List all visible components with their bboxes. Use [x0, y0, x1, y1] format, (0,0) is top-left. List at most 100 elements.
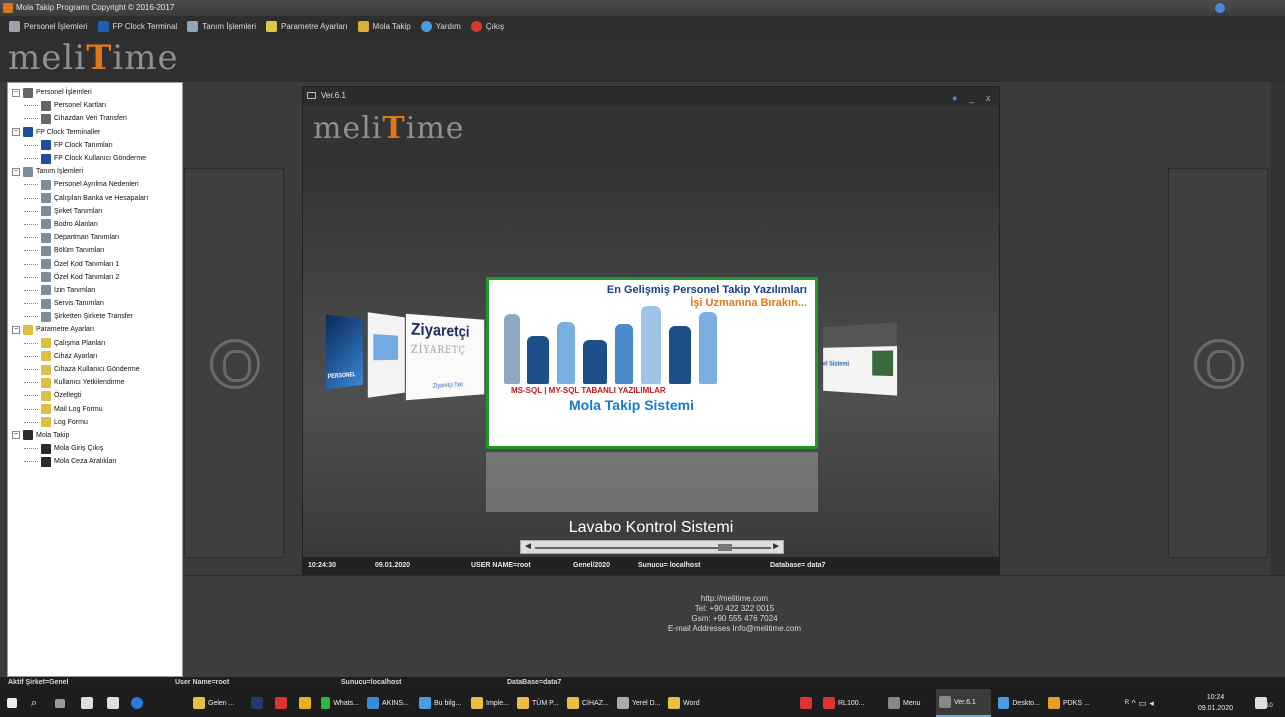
people-graphic — [373, 334, 399, 361]
tree-connector — [24, 408, 38, 410]
menu-item-definitions[interactable]: Tanım İşlemleri — [182, 17, 261, 35]
carousel-card-side[interactable] — [367, 312, 405, 398]
scroll-right-arrow[interactable]: ► — [771, 541, 781, 553]
tree-node[interactable]: Cihazdan Veri Transferi — [8, 112, 182, 125]
folder-mail-icon — [193, 697, 205, 709]
taskbar-item[interactable]: Word — [665, 689, 707, 717]
taskbar-item[interactable] — [248, 689, 266, 717]
collapse-icon[interactable]: − — [12, 128, 20, 137]
tree-node[interactable]: Çalışma Planları — [8, 337, 182, 350]
search-button[interactable]: ⌕ — [28, 689, 40, 717]
tree-node[interactable]: Özellegti — [8, 389, 182, 402]
tree-node[interactable]: Servis Tanımları — [8, 297, 182, 310]
tree-node-label: Personel Kartları — [54, 102, 107, 110]
taskbar-item[interactable]: CİHAZ... — [564, 689, 612, 717]
version-dialog: Ver.6.1 ● _ x meliTime PERSONEL Ziyaretç… — [302, 86, 1000, 575]
tree-node[interactable]: Departman Tanımları — [8, 231, 182, 244]
people-icon — [41, 456, 51, 467]
tray-icons[interactable]: ᴿ ^ ▭ ◂ — [1122, 689, 1157, 717]
status-user: USER NAME=root — [471, 562, 531, 569]
system-clock[interactable]: 10:24 09.01.2020 — [1198, 692, 1233, 714]
scroll-thumb[interactable] — [718, 544, 732, 551]
carousel-caption: Lavabo Kontrol Sistemi — [568, 519, 734, 536]
tree-node[interactable]: Personel Ayrılma Nedenleri — [8, 178, 182, 191]
collapse-icon[interactable]: − — [12, 325, 20, 334]
terminal-icon — [97, 20, 109, 32]
tree-node[interactable]: − Mola Takip — [8, 429, 182, 442]
tree-node[interactable]: Şirketten Şirkete Transfer — [8, 310, 182, 323]
tree-node[interactable]: Personel Kartları — [8, 99, 182, 112]
people-icon — [41, 443, 51, 454]
menu-item-folder[interactable]: Parametre Ayarları — [261, 17, 353, 35]
taskbar-item[interactable]: PDKS ... — [1045, 689, 1101, 717]
tree-node-label: Şirket Tanımları — [54, 207, 103, 215]
collapse-icon[interactable]: − — [12, 167, 20, 176]
tree-node[interactable]: Mola Ceza Aralıkları — [8, 455, 182, 468]
network-icon — [367, 697, 379, 709]
menu-item-label: Personel İşlemleri — [24, 21, 88, 31]
taskbar-item[interactable]: TÜM P... — [514, 689, 562, 717]
mail-button[interactable] — [104, 689, 122, 717]
tree-node[interactable]: Kullanıcı Yetkilendirme — [8, 376, 182, 389]
carousel-card-personel[interactable]: PERSONEL — [325, 314, 363, 390]
tree-node[interactable]: Mola Giriş Çıkış — [8, 442, 182, 455]
tree-node[interactable]: Çalışılan Banka ve Hesapaları — [8, 192, 182, 205]
tree-node[interactable]: Özel Kod Tanımları 1 — [8, 257, 182, 270]
tree-node-label: Şirketten Şirkete Transfer — [54, 313, 133, 321]
store-button[interactable] — [78, 689, 96, 717]
task-view-button[interactable] — [52, 689, 68, 717]
collapse-icon[interactable]: − — [12, 88, 20, 97]
taskbar-item[interactable]: AKINS... — [364, 689, 414, 717]
taskbar-item[interactable] — [296, 689, 314, 717]
tree-node[interactable]: − Tanım İşlemleri — [8, 165, 182, 178]
edge-button[interactable] — [128, 689, 146, 717]
notification-button[interactable]: 10 — [1252, 689, 1273, 717]
taskbar-item[interactable]: Ver.6.1 — [936, 689, 991, 717]
tree-node[interactable]: − Personel İşlemleri — [8, 86, 182, 99]
contact-web[interactable]: http://melitime.com — [184, 594, 1285, 604]
carousel-card-right[interactable]: el Sistemi — [823, 322, 898, 396]
carousel-scrollbar[interactable]: ◄ ► — [520, 540, 784, 554]
status-database: Database= data7 — [770, 562, 826, 569]
carousel-active-card[interactable]: En Gelişmiş Personel Takip Yazılımları İ… — [486, 277, 818, 449]
card-title: el Sistemi — [823, 360, 850, 368]
menu-item-terminal[interactable]: FP Clock Terminal — [93, 17, 183, 35]
tree-node[interactable]: Mail Log Formu — [8, 403, 182, 416]
tree-node[interactable]: Cihaz Ayarları — [8, 350, 182, 363]
tree-node[interactable]: Cihaza Kullanıcı Gönderme — [8, 363, 182, 376]
search-icon[interactable] — [1215, 3, 1225, 13]
tree-node[interactable]: − Parametre Ayarları — [8, 323, 182, 336]
tree-node[interactable]: FP Clock Kullanıcı Gönderme — [8, 152, 182, 165]
menu-item-help[interactable]: Yardım — [416, 17, 466, 35]
collapse-icon[interactable]: − — [12, 431, 20, 440]
folder-icon — [517, 697, 529, 709]
taskbar-item[interactable]: RL100... — [820, 689, 882, 717]
menu-item-person[interactable]: Personel İşlemleri — [4, 17, 93, 35]
menu-item-exit[interactable]: Çıkış — [466, 17, 509, 35]
tree-node[interactable]: − FP Clock Terminaller — [8, 126, 182, 139]
taskbar-item[interactable]: Menu — [885, 689, 933, 717]
tree-node[interactable]: Log Formu — [8, 416, 182, 429]
taskbar-item[interactable]: Deskto... — [995, 689, 1043, 717]
status-date: 09.01.2020 — [375, 562, 411, 569]
tree-node[interactable]: Bölüm Tanımları — [8, 244, 182, 257]
start-button[interactable] — [4, 689, 20, 717]
menu-item-people[interactable]: Mola Takip — [353, 17, 416, 35]
edge-icon — [131, 697, 143, 709]
taskbar-item[interactable]: Whats... — [318, 689, 362, 717]
tree-node[interactable]: Şirket Tanımları — [8, 205, 182, 218]
tree-node[interactable]: FP Clock Tanımları — [8, 139, 182, 152]
taskbar-item[interactable]: Imple... — [468, 689, 512, 717]
carousel-card-ziyaretci[interactable]: Ziyaretçi ZİYARETÇ Ziyaretçi Takı — [405, 313, 485, 401]
tree-connector — [24, 223, 38, 225]
definitions-icon — [41, 219, 51, 230]
taskbar-item[interactable]: Yerel D... — [614, 689, 664, 717]
scroll-left-arrow[interactable]: ◄ — [523, 541, 533, 553]
taskbar-item[interactable]: Bu bilg... — [416, 689, 466, 717]
taskbar-item[interactable]: Gelen ... — [190, 689, 242, 717]
tree-node[interactable]: Özel Kod Tanımları 2 — [8, 271, 182, 284]
tree-node[interactable]: İzin Tanımları — [8, 284, 182, 297]
taskbar-item[interactable] — [272, 689, 290, 717]
tree-node[interactable]: Bodro Alanları — [8, 218, 182, 231]
taskbar-item[interactable] — [797, 689, 815, 717]
